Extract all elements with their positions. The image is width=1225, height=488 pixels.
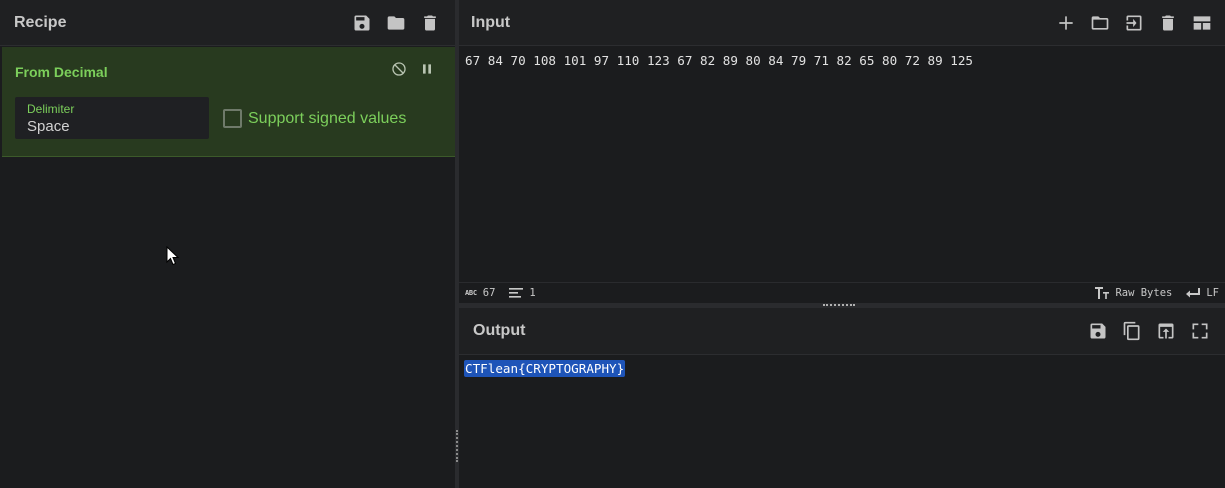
breakpoint-button[interactable] (419, 61, 435, 82)
save-recipe-button[interactable] (351, 12, 373, 34)
maximize-icon (1192, 323, 1208, 339)
return-arrow-icon (1186, 288, 1201, 298)
output-header: Output (459, 308, 1225, 355)
operation-controls (391, 61, 435, 82)
input-header: Input (459, 0, 1225, 46)
recipe-toolbar (351, 12, 441, 34)
vertical-splitter-handle[interactable] (456, 430, 458, 462)
input-title: Input (471, 13, 511, 31)
horizontal-splitter-handle[interactable] (823, 304, 855, 306)
recipe-title: Recipe (14, 13, 67, 31)
open-file-button[interactable] (1123, 12, 1145, 34)
operation-from-decimal[interactable]: From Decimal Delimiter Space Support sig… (2, 47, 455, 157)
signed-values-label: Support signed values (248, 109, 407, 127)
clear-recipe-button[interactable] (419, 12, 441, 34)
open-folder-button[interactable] (1089, 12, 1111, 34)
input-textarea[interactable]: 67 84 70 108 101 97 110 123 67 82 89 80 … (465, 53, 973, 68)
trash-icon (424, 15, 436, 30)
mouse-cursor-icon (166, 246, 180, 266)
clear-input-button[interactable] (1157, 12, 1179, 34)
copy-icon (1123, 321, 1140, 341)
replace-input-icon (1158, 323, 1174, 339)
delimiter-field[interactable]: Delimiter Space (15, 97, 209, 139)
lines-icon (509, 288, 524, 298)
input-status-bar: ABC 67 1 Raw Bytes LF (459, 282, 1225, 303)
maximize-output-button[interactable] (1189, 320, 1211, 342)
output-toolbar (1087, 320, 1211, 342)
save-icon (1090, 323, 1106, 339)
output-pane: Output CTFlean{CRYPTOGRAPHY} (459, 308, 1225, 488)
copy-output-button[interactable] (1121, 320, 1143, 342)
reset-layout-button[interactable] (1191, 12, 1213, 34)
disable-icon (392, 62, 406, 76)
input-lines-stat: 1 (509, 287, 536, 299)
replace-input-button[interactable] (1155, 320, 1177, 342)
save-output-button[interactable] (1087, 320, 1109, 342)
input-pane: Input 67 84 70 108 101 97 110 123 67 82 … (459, 0, 1225, 303)
disable-operation-button[interactable] (391, 61, 407, 82)
load-recipe-button[interactable] (385, 12, 407, 34)
eol-value: LF (1206, 287, 1219, 299)
plus-icon (1059, 15, 1073, 30)
encoding-value: Raw Bytes (1115, 287, 1173, 299)
input-length-stat: ABC 67 (465, 287, 495, 299)
add-input-tab-button[interactable] (1055, 12, 1077, 34)
input-length-value: 67 (482, 287, 496, 299)
eol-selector[interactable]: LF (1186, 287, 1219, 299)
output-textarea[interactable]: CTFlean{CRYPTOGRAPHY} (464, 360, 626, 377)
operation-title: From Decimal (15, 64, 108, 80)
encoding-selector[interactable]: Raw Bytes (1095, 287, 1172, 299)
input-toolbar (1055, 12, 1213, 34)
folder-icon (1091, 15, 1109, 30)
signed-values-option[interactable]: Support signed values (223, 109, 406, 128)
pause-icon (423, 64, 431, 74)
recipe-pane: Recipe From Decimal Delimiter Space Supp… (0, 0, 455, 488)
text-size-icon (1095, 287, 1110, 299)
import-icon (1126, 15, 1142, 30)
input-lines-value: 1 (529, 287, 536, 299)
delimiter-label: Delimiter (27, 102, 75, 116)
folder-icon (387, 15, 405, 30)
recipe-header: Recipe (0, 0, 455, 46)
layout-icon (1193, 15, 1211, 30)
signed-values-checkbox[interactable] (223, 109, 242, 128)
output-title: Output (473, 322, 526, 339)
save-icon (354, 15, 370, 30)
delimiter-value[interactable]: Space (27, 118, 197, 135)
trash-icon (1162, 15, 1174, 30)
abc-icon: ABC (465, 289, 477, 297)
